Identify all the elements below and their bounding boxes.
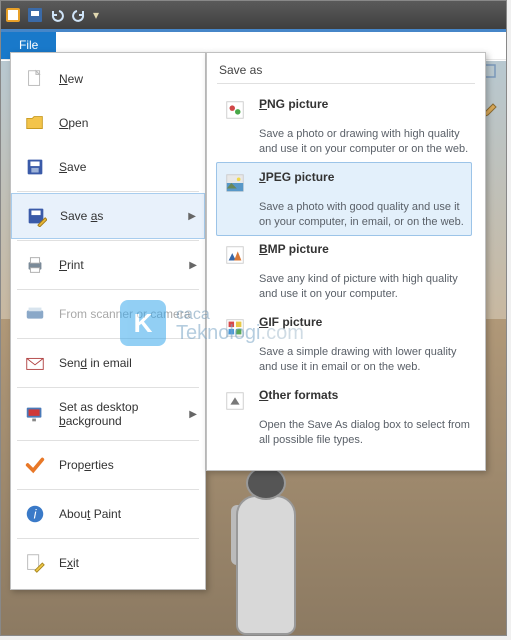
saveas-header: Save as bbox=[217, 61, 475, 84]
menu-separator bbox=[17, 240, 199, 241]
menu-item-label: Print bbox=[59, 258, 84, 272]
menu-item-label: About Paint bbox=[59, 507, 121, 521]
submenu-arrow-icon: ▶ bbox=[188, 211, 196, 222]
page-icon bbox=[23, 67, 47, 91]
saveas-option-title: JPEG picture bbox=[259, 169, 467, 185]
submenu-arrow-icon: ▶ bbox=[189, 260, 197, 271]
menu-item-wallpaper[interactable]: Set as desktop background▶ bbox=[11, 390, 205, 438]
menu-item-saveas[interactable]: Save as ▶ bbox=[11, 193, 205, 239]
titlebar: ▾ bbox=[1, 1, 506, 29]
saveas-option-title: BMP picture bbox=[259, 241, 471, 257]
scanner-icon bbox=[23, 302, 47, 326]
menu-item-label: Exit bbox=[59, 556, 79, 570]
submenu-arrow-icon: ▶ bbox=[189, 409, 197, 420]
qa-save-icon[interactable] bbox=[27, 7, 43, 23]
saveas-option-png[interactable]: PNG picture Save a photo or drawing with… bbox=[217, 90, 475, 163]
saveas-option-desc: Save any kind of picture with high quali… bbox=[259, 273, 458, 300]
jpeg-thumbnail-icon bbox=[221, 169, 249, 197]
menu-item-properties[interactable]: Properties bbox=[11, 443, 205, 487]
saveas-option-title: Other formats bbox=[259, 387, 471, 403]
mail-icon bbox=[23, 351, 47, 375]
menu-item-label: Set as desktop background bbox=[59, 400, 193, 428]
menu-item-email[interactable]: Send in email bbox=[11, 341, 205, 385]
qa-undo-icon[interactable] bbox=[49, 7, 65, 23]
saveas-option-jpeg[interactable]: JPEG picture Save a photo with good qual… bbox=[216, 162, 472, 237]
saveas-option-desc: Save a photo with good quality and use i… bbox=[259, 201, 464, 228]
menu-item-label: From scanner or camera bbox=[59, 307, 190, 321]
saveas-option-gif[interactable]: GIF picture Save a simple drawing with l… bbox=[217, 308, 475, 381]
menu-separator bbox=[17, 338, 199, 339]
menu-item-new[interactable]: New bbox=[11, 57, 205, 101]
menu-item-label: New bbox=[59, 72, 83, 86]
menu-item-label: Open bbox=[59, 116, 88, 130]
saveas-option-desc: Open the Save As dialog box to select fr… bbox=[259, 419, 470, 446]
info-icon: i bbox=[23, 502, 47, 526]
menu-separator bbox=[17, 440, 199, 441]
saveas-option-desc: Save a photo or drawing with high qualit… bbox=[259, 128, 468, 155]
qa-redo-icon[interactable] bbox=[71, 7, 87, 23]
saveas-option-title: PNG picture bbox=[259, 96, 471, 112]
saveas-option-title: GIF picture bbox=[259, 314, 471, 330]
other-thumbnail-icon bbox=[221, 387, 249, 415]
floppy-icon bbox=[23, 155, 47, 179]
check-icon bbox=[23, 453, 47, 477]
file-menu: New Open Save Save as ▶ Print ▶ From scanner or… bbox=[10, 52, 206, 590]
floppy-pencil-icon bbox=[24, 204, 48, 228]
menu-item-save[interactable]: Save bbox=[11, 145, 205, 189]
saveas-option-other[interactable]: Other formats Open the Save As dialog bo… bbox=[217, 381, 475, 454]
menu-separator bbox=[17, 489, 199, 490]
png-thumbnail-icon bbox=[221, 96, 249, 124]
menu-separator bbox=[17, 538, 199, 539]
menu-item-exit[interactable]: Exit bbox=[11, 541, 205, 585]
saveas-option-desc: Save a simple drawing with lower quality… bbox=[259, 346, 456, 373]
exit-icon bbox=[23, 551, 47, 575]
menu-item-scanner: From scanner or camera bbox=[11, 292, 205, 336]
menu-separator bbox=[17, 387, 199, 388]
menu-item-label: Send in email bbox=[59, 356, 132, 370]
menu-item-open[interactable]: Open bbox=[11, 101, 205, 145]
menu-item-print[interactable]: Print ▶ bbox=[11, 243, 205, 287]
qa-customize-icon[interactable]: ▾ bbox=[93, 8, 99, 22]
saveas-submenu: Save as PNG picture Save a photo or draw… bbox=[206, 52, 486, 471]
desktop-icon bbox=[23, 402, 47, 426]
menu-item-label: Save bbox=[59, 160, 86, 174]
menu-separator bbox=[17, 191, 199, 192]
menu-item-label: Save as bbox=[60, 209, 103, 223]
printer-icon bbox=[23, 253, 47, 277]
folder-icon bbox=[23, 111, 47, 135]
saveas-option-bmp[interactable]: BMP picture Save any kind of picture wit… bbox=[217, 235, 475, 308]
menu-separator bbox=[17, 289, 199, 290]
menu-item-label: Properties bbox=[59, 458, 114, 472]
gif-thumbnail-icon bbox=[221, 314, 249, 342]
menu-item-about[interactable]: i About Paint bbox=[11, 492, 205, 536]
app-icon bbox=[5, 7, 21, 23]
bmp-thumbnail-icon bbox=[221, 241, 249, 269]
